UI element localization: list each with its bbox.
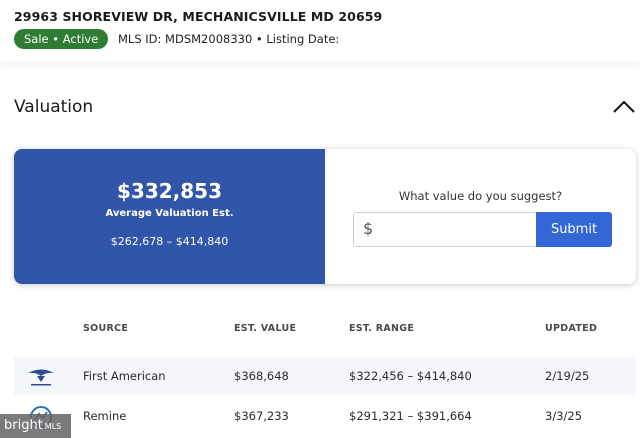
section-title-valuation: Valuation — [14, 97, 94, 117]
column-header-est-range: EST. RANGE — [349, 323, 415, 334]
column-header-est-value: EST. VALUE — [234, 323, 297, 334]
average-valuation-value: $332,853 — [116, 179, 222, 203]
submit-button[interactable]: Submit — [536, 212, 612, 247]
column-header-updated: UPDATED — [545, 323, 598, 334]
average-valuation-panel: $332,853 Average Valuation Est. $262,678… — [14, 149, 325, 284]
suggest-value-question: What value do you suggest? — [398, 189, 563, 203]
listing-header: 29963 SHOREVIEW DR, MECHANICSVILLE MD 20… — [0, 0, 640, 62]
column-header-source: SOURCE — [83, 323, 129, 334]
eagle-logo-icon — [28, 369, 54, 386]
suggest-value-input[interactable] — [353, 212, 537, 247]
source-name: First American — [83, 369, 166, 383]
average-valuation-label: Average Valuation Est. — [105, 208, 234, 219]
valuation-range: $262,678 – $414,840 — [110, 235, 229, 248]
updated-date: 2/19/25 — [545, 369, 590, 383]
estimated-value: $368,648 — [234, 369, 289, 383]
bright-mls-watermark: bright MLS — [0, 414, 71, 438]
status-badge: Sale • Active — [14, 29, 109, 49]
mls-id-line: MLS ID: MDSM2008330 • Listing Date: — [118, 32, 340, 46]
watermark-brand: bright — [4, 418, 43, 433]
watermark-suffix: MLS — [44, 422, 62, 431]
listing-address: 29963 SHOREVIEW DR, MECHANICSVILLE MD 20… — [14, 9, 383, 24]
currency-prefix: $ — [363, 219, 374, 238]
valuation-card: $332,853 Average Valuation Est. $262,678… — [14, 149, 636, 284]
estimated-range: $322,456 – $414,840 — [349, 369, 472, 383]
estimated-value: $367,233 — [234, 409, 289, 423]
estimated-range: $291,321 – $391,664 — [349, 409, 472, 423]
table-row: Remine $367,233 $291,321 – $391,664 3/3/… — [14, 397, 636, 435]
table-row: First American $368,648 $322,456 – $414,… — [14, 357, 636, 395]
chevron-up-icon[interactable] — [612, 98, 636, 114]
updated-date: 3/3/25 — [545, 409, 583, 423]
source-name: Remine — [83, 409, 127, 423]
suggest-value-panel: What value do you suggest? $ Submit — [325, 149, 636, 284]
